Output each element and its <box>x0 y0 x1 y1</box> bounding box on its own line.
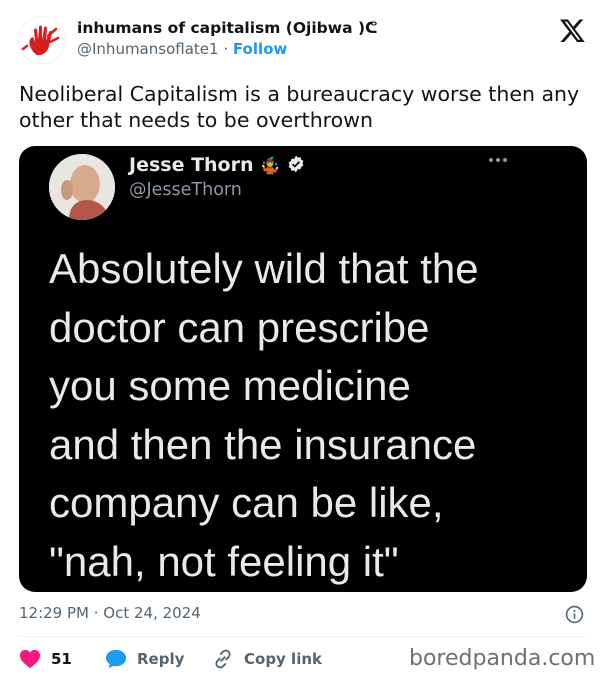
heart-icon <box>20 649 40 669</box>
juggler-emoji-icon: 🤹 <box>260 156 281 175</box>
author-name[interactable]: inhumans of capitalism (Ojibwa )ᕦ <box>77 18 378 38</box>
embedded-tweet-image[interactable]: Jesse Thorn 🤹 @JesseThorn Absolutely wil… <box>19 146 587 592</box>
embedded-tweet-text: Absolutely wild that the doctor can pres… <box>49 245 479 585</box>
author-avatar[interactable] <box>18 16 66 64</box>
link-icon <box>215 649 231 669</box>
red-handprint-icon <box>18 16 66 64</box>
follow-button[interactable]: Follow <box>233 40 287 58</box>
separator-dot: · <box>223 40 229 58</box>
reply-bubble-icon <box>106 649 126 669</box>
verified-badge-icon <box>288 155 304 173</box>
watermark: boredpanda.com <box>409 646 596 671</box>
person-photo-icon <box>49 154 115 220</box>
like-button[interactable]: 51 <box>19 648 72 670</box>
reply-button[interactable]: Reply <box>105 648 184 670</box>
x-logo-icon[interactable] <box>559 17 586 44</box>
author-info: inhumans of capitalism (Ojibwa )ᕦ @Inhum… <box>77 18 378 60</box>
tweet-text: Neoliberal Capitalism is a bureaucracy w… <box>19 82 580 132</box>
info-icon[interactable] <box>565 605 584 624</box>
copy-link-button[interactable]: Copy link <box>212 648 322 670</box>
tweet-card: inhumans of capitalism (Ojibwa )ᕦ @Inhum… <box>0 0 605 682</box>
reply-label: Reply <box>137 650 185 668</box>
more-options-icon <box>489 158 507 162</box>
embedded-author-handle: @JesseThorn <box>129 180 242 200</box>
embedded-author-name: Jesse Thorn 🤹 <box>129 153 305 178</box>
author-handle-line: @Inhumansoflate1 · Follow <box>77 38 378 60</box>
like-count: 51 <box>51 650 72 668</box>
embedded-name-text: Jesse Thorn <box>129 154 254 176</box>
copy-link-label: Copy link <box>244 650 322 668</box>
author-handle[interactable]: @Inhumansoflate1 <box>77 40 219 58</box>
divider <box>19 636 587 637</box>
embedded-avatar <box>49 154 115 220</box>
timestamp[interactable]: 12:29 PM · Oct 24, 2024 <box>19 603 201 623</box>
